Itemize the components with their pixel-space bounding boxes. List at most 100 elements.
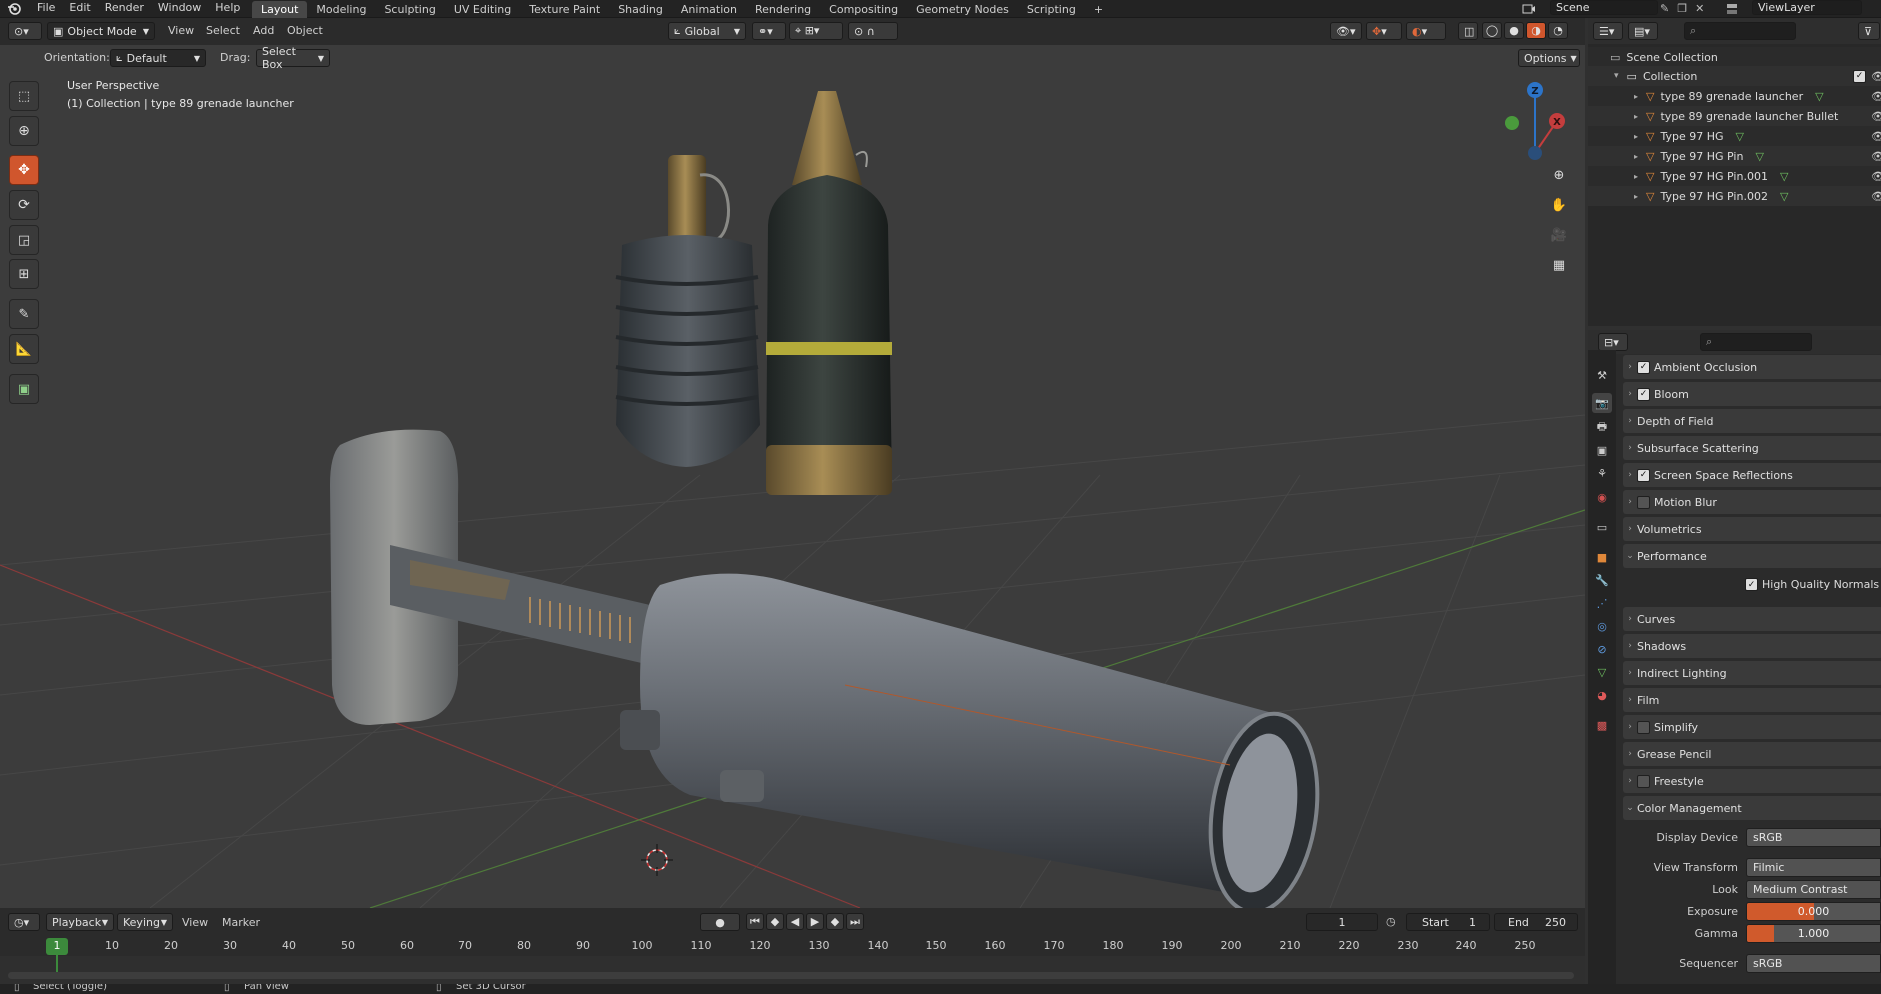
panel-simplify[interactable]: › Simplify: [1623, 715, 1881, 739]
properties-editor-type-button[interactable]: ⊟▾: [1598, 333, 1628, 351]
wireframe-shading-button[interactable]: ◯: [1482, 22, 1502, 39]
outliner-editor-type-button[interactable]: ☰▾: [1593, 22, 1623, 40]
tab-animation[interactable]: Animation: [672, 1, 746, 18]
tab-modeling[interactable]: Modeling: [307, 1, 375, 18]
visibility-dropdown[interactable]: 👁▾: [1330, 22, 1362, 40]
expand-icon[interactable]: ▸: [1634, 132, 1638, 141]
gizmo-neg-z-axis[interactable]: [1528, 146, 1542, 160]
rotate-tool[interactable]: ⟳: [9, 190, 39, 220]
options-dropdown[interactable]: Options ▼: [1518, 49, 1580, 67]
panel-depth-of-field[interactable]: › Depth of Field: [1623, 409, 1881, 433]
add-cube-tool[interactable]: ▣: [9, 374, 39, 404]
panel-volumetrics[interactable]: › Volumetrics: [1623, 517, 1881, 541]
expand-icon[interactable]: ▸: [1634, 192, 1638, 201]
editor-type-button[interactable]: ⊙▾: [8, 22, 42, 40]
high-quality-normals-option[interactable]: ✓ High Quality Normals: [1745, 578, 1879, 591]
outliner-object-row[interactable]: ▸ ▽ Type 97 HG Pin.001 ▽ 👁: [1588, 166, 1881, 186]
navigation-gizmo[interactable]: Z X: [1505, 82, 1565, 160]
expand-icon[interactable]: ▸: [1634, 112, 1638, 121]
gizmo-toggle[interactable]: ✥ ▾: [1366, 22, 1402, 40]
gamma-slider[interactable]: 1.000: [1746, 923, 1881, 943]
camera-view-button[interactable]: 🎥: [1547, 223, 1571, 247]
menu-view[interactable]: View: [168, 24, 194, 37]
world-tab[interactable]: ◉: [1592, 487, 1612, 507]
drag-dropdown[interactable]: Select Box ▼: [256, 45, 330, 71]
render-tab[interactable]: 📷: [1592, 393, 1612, 413]
move-tool[interactable]: ✥: [9, 155, 39, 185]
panel-bloom[interactable]: › ✓ Bloom: [1623, 382, 1881, 406]
outliner-object-row[interactable]: ▸ ▽ Type 97 HG Pin ▽ 👁: [1588, 146, 1881, 166]
eye-icon[interactable]: 👁: [1871, 70, 1881, 83]
menu-render[interactable]: Render: [98, 0, 151, 16]
tab-sculpting[interactable]: Sculpting: [375, 1, 444, 18]
zoom-button[interactable]: ⊕: [1547, 163, 1571, 187]
panel-color-management[interactable]: ⌄ Color Management: [1623, 796, 1881, 820]
cursor-tool[interactable]: ⊕: [9, 116, 39, 146]
properties-search-input[interactable]: ⌕: [1700, 333, 1812, 351]
transform-orientation-dropdown[interactable]: ⟀ Global ▼: [668, 22, 746, 40]
bloom-checkbox[interactable]: ✓: [1637, 387, 1650, 401]
display-device-dropdown[interactable]: sRGB: [1746, 827, 1881, 847]
close-icon[interactable]: ✕: [1695, 2, 1704, 16]
data-tab[interactable]: ▽: [1592, 662, 1612, 682]
stopwatch-icon[interactable]: ◷: [1386, 915, 1396, 928]
ssr-checkbox[interactable]: ✓: [1637, 468, 1650, 482]
filter-button[interactable]: ⊽: [1858, 22, 1880, 40]
panel-ambient-occlusion[interactable]: › ✓ Ambient Occlusion: [1623, 355, 1881, 379]
type-89-bullet[interactable]: [766, 91, 892, 495]
texture-tab[interactable]: ▩: [1592, 715, 1612, 735]
xray-toggle[interactable]: ◫: [1458, 22, 1478, 40]
view-layer-icon[interactable]: [1725, 1, 1751, 17]
proportional-editing-dropdown[interactable]: ⊙ ∩: [848, 22, 898, 40]
new-scene-icon[interactable]: ❐: [1677, 2, 1687, 16]
physics-tab[interactable]: ◎: [1592, 616, 1612, 636]
particles-tab[interactable]: ⋰: [1592, 593, 1612, 613]
expand-icon[interactable]: ▾: [1614, 71, 1619, 81]
expand-icon[interactable]: ▸: [1634, 152, 1638, 161]
modifiers-tab[interactable]: 🔧: [1592, 570, 1612, 590]
object-tab[interactable]: ■: [1592, 547, 1612, 567]
view-transform-dropdown[interactable]: Filmic: [1746, 857, 1881, 877]
overlays-toggle[interactable]: ◐ ▾: [1406, 22, 1446, 40]
panel-film[interactable]: › Film: [1623, 688, 1881, 712]
add-workspace-button[interactable]: +: [1085, 1, 1112, 18]
panel-grease-pencil[interactable]: › Grease Pencil: [1623, 742, 1881, 766]
mode-dropdown[interactable]: ▣ Object Mode ▼: [47, 22, 155, 40]
material-tab[interactable]: ◕: [1592, 685, 1612, 705]
tool-tab[interactable]: ⚒: [1592, 365, 1612, 385]
eye-icon[interactable]: 👁: [1871, 130, 1881, 143]
outliner-object-row[interactable]: ▸ ▽ Type 97 HG ▽ 👁: [1588, 126, 1881, 146]
annotate-tool[interactable]: ✎: [9, 299, 39, 329]
menu-help[interactable]: Help: [208, 0, 247, 16]
expand-icon[interactable]: ▸: [1634, 172, 1638, 181]
playback-dropdown[interactable]: Playback ▼: [46, 913, 114, 931]
display-mode-button[interactable]: ▤▾: [1628, 22, 1658, 40]
eye-icon[interactable]: 👁: [1871, 110, 1881, 123]
eye-icon[interactable]: 👁: [1871, 90, 1881, 103]
select-box-tool[interactable]: ⬚: [9, 81, 39, 111]
outliner-object-row[interactable]: ▸ ▽ type 89 grenade launcher ▽ 👁: [1588, 86, 1881, 106]
view-layer-selector[interactable]: ViewLayer: [1752, 0, 1862, 15]
simplify-checkbox[interactable]: [1637, 720, 1650, 734]
high-quality-normals-checkbox[interactable]: ✓: [1745, 578, 1758, 591]
tab-shading[interactable]: Shading: [609, 1, 672, 18]
type-97-grenade[interactable]: [615, 155, 760, 467]
scale-tool[interactable]: ◲: [9, 225, 39, 255]
tab-uv-editing[interactable]: UV Editing: [445, 1, 520, 18]
type-89-grenade-launcher[interactable]: [330, 429, 1329, 908]
collection-checkbox[interactable]: ✓: [1853, 69, 1866, 83]
start-frame-field[interactable]: Start 1: [1406, 913, 1490, 931]
eye-icon[interactable]: 👁: [1871, 150, 1881, 163]
snapping-dropdown[interactable]: ⌖ ⊞▾: [789, 22, 843, 40]
next-keyframe-button[interactable]: ◆: [826, 913, 844, 930]
menu-add[interactable]: Add: [253, 24, 274, 37]
orientation-dropdown[interactable]: ⟀ Default ▼: [110, 49, 206, 67]
gizmo-y-axis[interactable]: [1505, 116, 1519, 130]
current-frame-field[interactable]: 1: [1306, 913, 1378, 931]
sequencer-dropdown[interactable]: sRGB: [1746, 953, 1881, 973]
panel-screen-space-reflections[interactable]: › ✓ Screen Space Reflections: [1623, 463, 1881, 487]
menu-marker[interactable]: Marker: [222, 916, 260, 929]
look-dropdown[interactable]: Medium Contrast: [1746, 879, 1881, 899]
timeline-scrollbar[interactable]: [8, 972, 1574, 979]
outliner-search-input[interactable]: ⌕: [1684, 22, 1796, 40]
